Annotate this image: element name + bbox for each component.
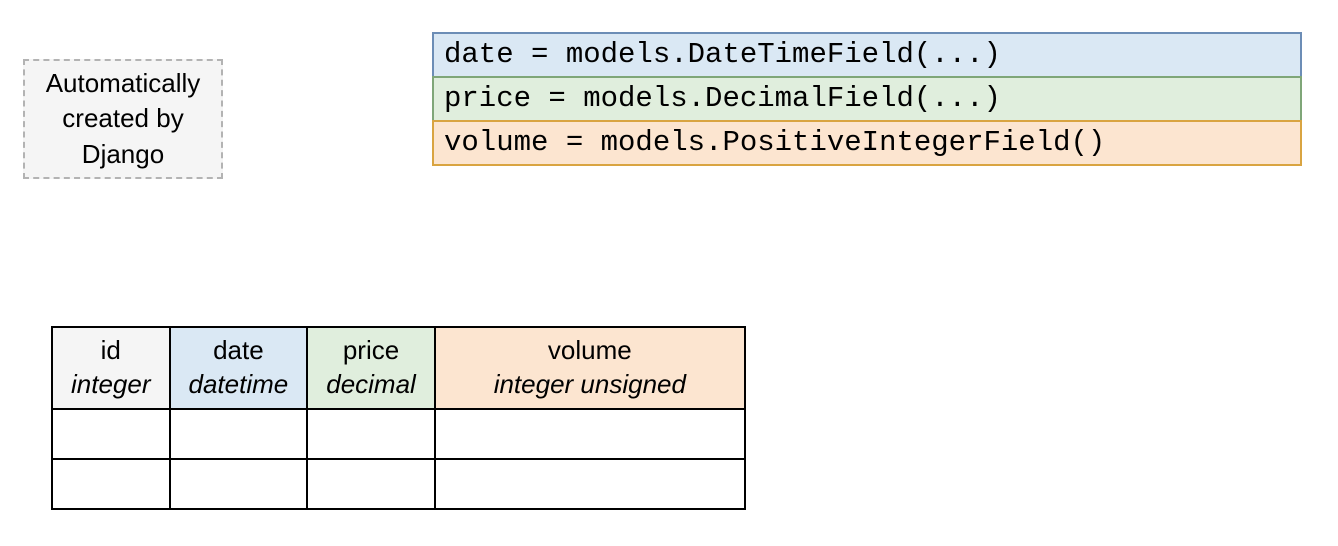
column-name: price bbox=[326, 334, 416, 368]
table-row bbox=[52, 409, 745, 459]
column-type: integer unsigned bbox=[454, 368, 726, 402]
table-cell bbox=[52, 409, 170, 459]
model-field-definitions: date = models.DateTimeField(...) price =… bbox=[432, 32, 1302, 166]
column-name: date bbox=[189, 334, 289, 368]
table-cell bbox=[307, 459, 435, 509]
table-cell bbox=[307, 409, 435, 459]
column-type: decimal bbox=[326, 368, 416, 402]
callout-text: Automatically created by Django bbox=[31, 66, 215, 171]
table-cell bbox=[435, 459, 745, 509]
column-header-volume: volume integer unsigned bbox=[435, 327, 745, 409]
column-header-id: id integer bbox=[52, 327, 170, 409]
table-header-row: id integer date datetime price decimal v… bbox=[52, 327, 745, 409]
code-line-date: date = models.DateTimeField(...) bbox=[432, 32, 1302, 78]
table-cell bbox=[170, 409, 308, 459]
column-name: volume bbox=[454, 334, 726, 368]
table-cell bbox=[435, 409, 745, 459]
table-cell bbox=[52, 459, 170, 509]
column-header-date: date datetime bbox=[170, 327, 308, 409]
column-type: datetime bbox=[189, 368, 289, 402]
column-header-price: price decimal bbox=[307, 327, 435, 409]
column-name: id bbox=[71, 334, 151, 368]
column-type: integer bbox=[71, 368, 151, 402]
database-table-schema: id integer date datetime price decimal v… bbox=[51, 326, 746, 510]
table-cell bbox=[170, 459, 308, 509]
table-row bbox=[52, 459, 745, 509]
django-auto-id-callout: Automatically created by Django bbox=[23, 59, 223, 179]
code-line-price: price = models.DecimalField(...) bbox=[432, 76, 1302, 122]
code-line-volume: volume = models.PositiveIntegerField() bbox=[432, 120, 1302, 166]
